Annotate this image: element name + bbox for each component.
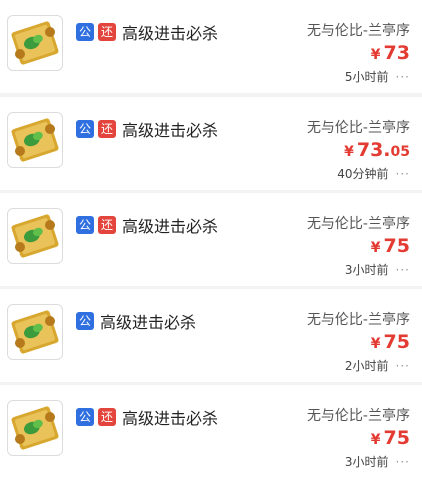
- price-value: 73: [383, 42, 410, 64]
- badge-group: 公 还 高级进击必杀: [76, 213, 218, 237]
- scroll-icon[interactable]: [7, 15, 63, 71]
- list-item[interactable]: 公 还 高级进击必杀 无与伦比-兰亭序 ¥75 3小时前 ···: [0, 193, 422, 286]
- more-dots-icon[interactable]: ···: [396, 359, 410, 373]
- public-badge: 公: [76, 216, 94, 234]
- currency-symbol: ¥: [344, 144, 354, 160]
- list-item[interactable]: 公 还 高级进击必杀 无与伦比-兰亭序 ¥75 3小时前 ···: [0, 385, 422, 484]
- more-dots-icon[interactable]: ···: [396, 263, 410, 277]
- price: ¥73: [371, 42, 410, 64]
- posted-time: 3小时前: [344, 455, 389, 469]
- item-title[interactable]: 高级进击必杀: [100, 309, 196, 333]
- server-name: 无与伦比-兰亭序: [306, 312, 410, 328]
- public-badge: 公: [76, 120, 94, 138]
- return-badge: 还: [98, 216, 116, 234]
- return-badge: 还: [98, 120, 116, 138]
- price: ¥75: [371, 235, 410, 257]
- item-title[interactable]: 高级进击必杀: [122, 405, 218, 429]
- server-name: 无与伦比-兰亭序: [306, 408, 410, 424]
- list-item[interactable]: 公 高级进击必杀 无与伦比-兰亭序 ¥75 2小时前 ···: [0, 289, 422, 382]
- price-value: 73.: [356, 139, 391, 161]
- currency-symbol: ¥: [370, 432, 381, 448]
- scroll-icon[interactable]: [7, 400, 63, 456]
- return-badge: 还: [98, 408, 116, 426]
- public-badge: 公: [76, 23, 94, 41]
- posted-time-row: 3小时前 ···: [345, 261, 410, 278]
- scroll-icon[interactable]: [7, 304, 63, 360]
- price-value: 75: [383, 427, 410, 449]
- server-name: 无与伦比-兰亭序: [306, 216, 410, 232]
- scroll-icon[interactable]: [7, 112, 63, 168]
- posted-time: 40分钟前: [337, 167, 389, 181]
- price-value: 75: [383, 331, 410, 353]
- more-dots-icon[interactable]: ···: [396, 167, 410, 181]
- badge-group: 公 还 高级进击必杀: [76, 117, 218, 141]
- badge-group: 公 高级进击必杀: [76, 309, 196, 333]
- public-badge: 公: [76, 312, 94, 330]
- currency-symbol: ¥: [370, 336, 381, 352]
- public-badge: 公: [76, 408, 94, 426]
- price-decimal: 05: [390, 144, 410, 160]
- price-value: 75: [383, 235, 410, 257]
- currency-symbol: ¥: [370, 240, 381, 256]
- list-item[interactable]: 公 还 高级进击必杀 无与伦比-兰亭序 ¥73.05 40分钟前 ···: [0, 97, 422, 190]
- server-name: 无与伦比-兰亭序: [306, 120, 410, 136]
- posted-time-row: 40分钟前 ···: [337, 165, 410, 182]
- more-dots-icon[interactable]: ···: [396, 455, 410, 469]
- badge-group: 公 还 高级进击必杀: [76, 20, 218, 44]
- posted-time: 2小时前: [344, 359, 389, 373]
- currency-symbol: ¥: [370, 47, 381, 63]
- item-title[interactable]: 高级进击必杀: [122, 117, 218, 141]
- list-item[interactable]: 公 还 高级进击必杀 无与伦比-兰亭序 ¥73 5小时前 ···: [0, 0, 422, 93]
- scroll-icon[interactable]: [7, 208, 63, 264]
- item-title[interactable]: 高级进击必杀: [122, 20, 218, 44]
- price: ¥75: [371, 331, 410, 353]
- posted-time-row: 2小时前 ···: [345, 357, 410, 374]
- price: ¥75: [371, 427, 410, 449]
- posted-time-row: 5小时前 ···: [345, 68, 410, 85]
- item-title[interactable]: 高级进击必杀: [122, 213, 218, 237]
- posted-time-row: 3小时前 ···: [345, 453, 410, 470]
- price: ¥73.05: [344, 139, 410, 161]
- posted-time: 3小时前: [344, 263, 389, 277]
- return-badge: 还: [98, 23, 116, 41]
- more-dots-icon[interactable]: ···: [396, 70, 410, 84]
- badge-group: 公 还 高级进击必杀: [76, 405, 218, 429]
- posted-time: 5小时前: [344, 70, 389, 84]
- server-name: 无与伦比-兰亭序: [306, 23, 410, 39]
- listing-list: 公 还 高级进击必杀 无与伦比-兰亭序 ¥73 5小时前 ··· 公 还 高级进…: [0, 0, 422, 484]
